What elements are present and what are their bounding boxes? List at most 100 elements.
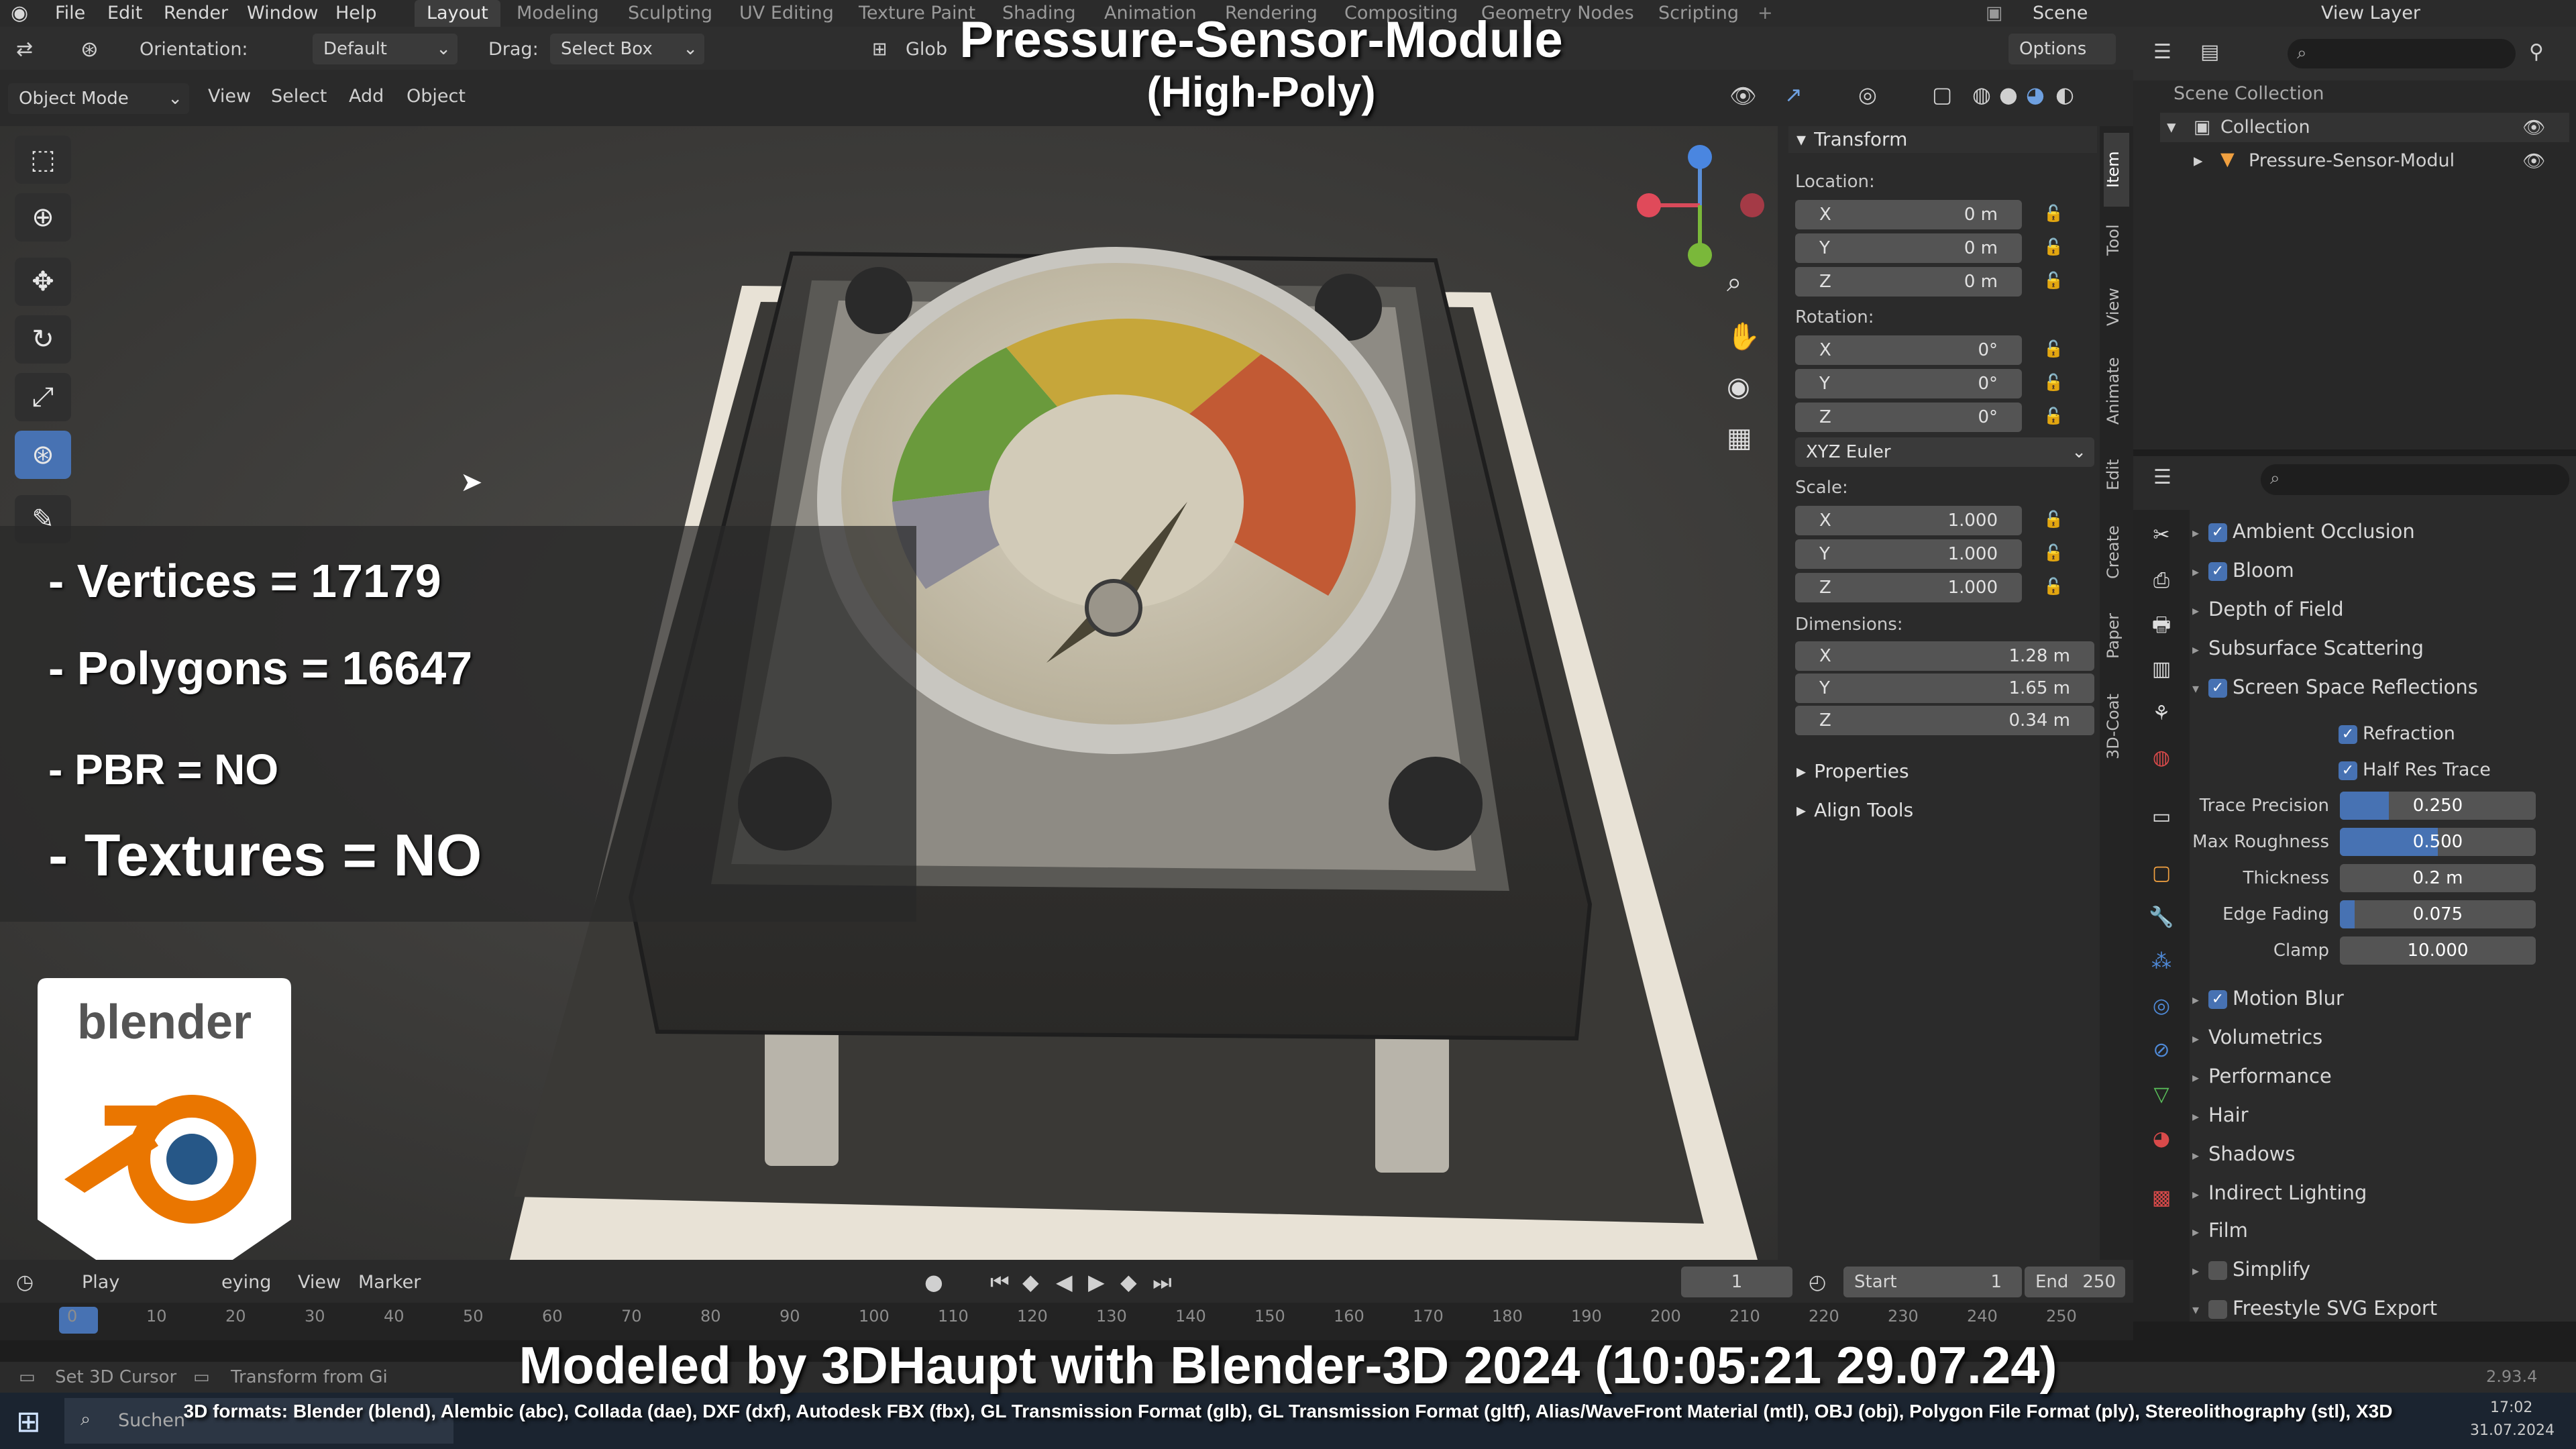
tab-item[interactable]: Item	[2104, 133, 2129, 207]
bloom-checkbox[interactable]: ✓	[2208, 562, 2227, 581]
prev-keyframe-icon[interactable]: ◆	[1022, 1269, 1039, 1295]
dimension-x-field[interactable]: X 1.28 m	[1795, 641, 2094, 671]
start-frame-field[interactable]: Start 1	[1843, 1267, 2022, 1297]
freestyle-svg-panel[interactable]: ▾ Freestyle SVG Export	[2192, 1293, 2437, 1323]
expand-icon[interactable]: ▸	[2192, 635, 2208, 664]
simplify-panel[interactable]: ▸ Simplify	[2192, 1254, 2310, 1284]
scene-collection-label[interactable]: Scene Collection	[2174, 83, 2324, 104]
modifier-tab-icon[interactable]: 🔧	[2148, 904, 2175, 931]
visibility-eye-icon[interactable]: 👁	[2522, 117, 2545, 138]
refraction-checkbox[interactable]: ✓	[2339, 724, 2357, 744]
tab-layout[interactable]: Layout	[415, 0, 500, 27]
solid-shading-icon[interactable]: ●	[1999, 82, 2018, 107]
play-icon[interactable]: ▶	[1088, 1269, 1105, 1295]
timeline-menu-view[interactable]: View	[298, 1272, 341, 1293]
menu-edit[interactable]: Edit	[107, 0, 142, 27]
tab-sculpting[interactable]: Sculpting	[616, 0, 724, 27]
properties-search-input[interactable]: ⌕	[2261, 464, 2569, 495]
object-row[interactable]: ▸ ▼ Pressure-Sensor-Modul 👁	[2187, 146, 2569, 176]
collapse-icon[interactable]: ▾	[2192, 674, 2208, 703]
ssr-panel[interactable]: ▾ ✓ Screen Space Reflections	[2192, 672, 2478, 702]
menu-help[interactable]: Help	[335, 0, 377, 27]
edge-fading-slider[interactable]: 0.075	[2340, 900, 2536, 928]
dimension-z-field[interactable]: Z 0.34 m	[1795, 706, 2094, 735]
overlay-icon[interactable]: ◎	[1858, 82, 1877, 107]
view-layer-tab-icon[interactable]: ▥	[2148, 656, 2175, 683]
current-frame-field[interactable]: 1	[1681, 1267, 1792, 1297]
lock-icon[interactable]: 🔓	[2043, 339, 2066, 360]
select-tool-button[interactable]: ⬚	[15, 136, 71, 184]
menu-window[interactable]: Window	[247, 0, 318, 27]
constraints-tab-icon[interactable]: ⊘	[2148, 1037, 2175, 1064]
half-res-checkbox[interactable]: ✓	[2339, 761, 2357, 780]
zoom-icon[interactable]: ⌕	[1727, 267, 1741, 298]
playhead[interactable]	[59, 1307, 98, 1334]
tab-3d-coat[interactable]: 3D-Coat	[2104, 676, 2129, 777]
visibility-eye-icon[interactable]: 👁	[2522, 150, 2545, 172]
half-res-option[interactable]: ✓ Half Res Trace	[2339, 755, 2491, 785]
tab-view[interactable]: View	[2104, 274, 2129, 341]
tab-animate[interactable]: Animate	[2104, 341, 2129, 441]
tab-modeling[interactable]: Modeling	[504, 0, 611, 27]
freestyle-checkbox[interactable]	[2208, 1300, 2227, 1319]
viewport-menu-object[interactable]: Object	[407, 86, 466, 107]
expand-icon[interactable]: ▸	[2192, 1217, 2208, 1246]
align-tools-panel-header[interactable]: ▸ Align Tools	[1788, 796, 2097, 825]
options-dropdown[interactable]: Options	[2008, 34, 2116, 64]
ambient-occlusion-checkbox[interactable]: ✓	[2208, 523, 2227, 542]
tab-tool[interactable]: Tool	[2104, 207, 2129, 274]
location-x-field[interactable]: X 0 m	[1795, 200, 2022, 229]
trace-precision-slider[interactable]: 0.250	[2340, 792, 2536, 820]
lock-icon[interactable]: 🔓	[2043, 407, 2066, 427]
material-shading-icon[interactable]: ◕	[2026, 82, 2045, 107]
collapse-icon[interactable]: ▾	[2192, 1295, 2208, 1324]
scale-tool-button[interactable]: ⤢	[15, 373, 71, 421]
scene-tab-icon[interactable]: ⚘	[2148, 700, 2175, 727]
expand-icon[interactable]: ▸	[2192, 518, 2208, 547]
rotation-y-field[interactable]: Y 0°	[1795, 369, 2022, 398]
tool-tab-icon[interactable]: ✂	[2148, 522, 2175, 549]
viewport-menu-add[interactable]: Add	[349, 86, 384, 107]
gizmo-toggle-icon[interactable]: ↗	[1784, 82, 1803, 107]
cursor-tool-button[interactable]: ⊕	[15, 193, 71, 241]
ssr-checkbox[interactable]: ✓	[2208, 679, 2227, 698]
menu-file[interactable]: File	[55, 0, 85, 27]
texture-tab-icon[interactable]: ▩	[2148, 1185, 2175, 1212]
expand-icon[interactable]: ▸	[2192, 1063, 2208, 1092]
collection-row[interactable]: ▾ ▣ Collection 👁	[2160, 113, 2569, 142]
dimension-y-field[interactable]: Y 1.65 m	[1795, 674, 2094, 703]
performance-panel[interactable]: ▸ Performance	[2192, 1061, 2332, 1091]
render-tab-icon[interactable]: ⎙	[2148, 568, 2175, 594]
expand-icon[interactable]: ▸	[2192, 596, 2208, 625]
world-tab-icon[interactable]: ◍	[2148, 745, 2175, 771]
filter-icon[interactable]: ⚲	[2529, 40, 2544, 64]
editor-type-icon[interactable]: ☰	[2153, 40, 2171, 64]
move-tool-button[interactable]: ✥	[15, 258, 71, 306]
end-frame-field[interactable]: End 250	[2025, 1267, 2125, 1297]
timeline-menu-marker[interactable]: Marker	[358, 1272, 421, 1293]
lock-icon[interactable]: 🔓	[2043, 237, 2066, 258]
outliner-search-input[interactable]: ⌕	[2288, 39, 2516, 68]
transform-tool-button[interactable]: ⊛	[15, 431, 71, 479]
output-tab-icon[interactable]: 🖶	[2148, 612, 2175, 639]
collection-tab-icon[interactable]: ▭	[2148, 804, 2175, 830]
bloom-panel[interactable]: ▸ ✓ Bloom	[2192, 555, 2294, 585]
view-layer-name[interactable]: View Layer	[2321, 0, 2420, 27]
material-tab-icon[interactable]: ◕	[2148, 1126, 2175, 1152]
orientation-dropdown[interactable]: Default ⌄	[313, 34, 458, 64]
pan-hand-icon[interactable]: ✋	[1727, 321, 1760, 352]
object-expand-icon[interactable]: ▸	[2194, 150, 2203, 171]
physics-tab-icon[interactable]: ◎	[2148, 993, 2175, 1020]
shadows-panel[interactable]: ▸ Shadows	[2192, 1139, 2296, 1169]
motion-blur-checkbox[interactable]: ✓	[2208, 990, 2227, 1009]
particles-tab-icon[interactable]: ⁂	[2148, 949, 2175, 975]
thickness-field[interactable]: 0.2 m	[2340, 864, 2536, 892]
scale-y-field[interactable]: Y 1.000	[1795, 539, 2022, 569]
lock-icon[interactable]: 🔓	[2043, 510, 2066, 530]
scale-x-field[interactable]: X 1.000	[1795, 506, 2022, 535]
lock-icon[interactable]: 🔓	[2043, 204, 2066, 224]
expand-icon[interactable]: ▸	[2192, 1140, 2208, 1170]
rotation-x-field[interactable]: X 0°	[1795, 335, 2022, 365]
collection-expand-icon[interactable]: ▾	[2167, 117, 2176, 138]
location-z-field[interactable]: Z 0 m	[1795, 267, 2022, 297]
